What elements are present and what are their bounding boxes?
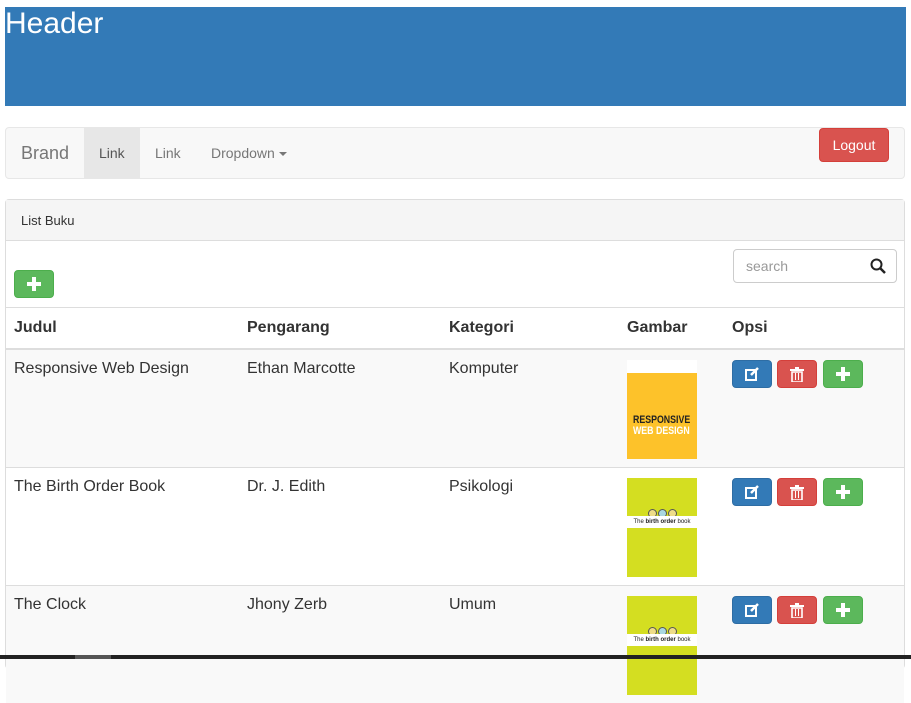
cell-opsi: [724, 466, 904, 585]
navbar: Brand Link Link Dropdown Logout: [5, 127, 905, 179]
book-cover-image: The birth order book: [627, 595, 697, 695]
cell-pengarang: Jhony Zerb: [239, 584, 441, 703]
add-button[interactable]: [822, 595, 863, 624]
col-opsi: Opsi: [724, 307, 904, 350]
cell-opsi: [724, 348, 904, 467]
edit-button[interactable]: [732, 595, 772, 624]
nav-dropdown[interactable]: Dropdown: [196, 128, 302, 178]
edit-button[interactable]: [732, 359, 772, 388]
cell-pengarang: Dr. J. Edith: [239, 466, 441, 585]
cell-kategori: Komputer: [441, 348, 619, 467]
cell-judul: Responsive Web Design: [6, 348, 239, 467]
col-judul: Judul: [6, 307, 239, 350]
table-row: The Clock Jhony Zerb Umum The birth orde…: [6, 584, 904, 703]
add-book-button[interactable]: [14, 270, 54, 298]
dropdown-label: Dropdown: [211, 145, 275, 161]
cell-gambar: The birth order book: [619, 584, 724, 703]
add-button[interactable]: [822, 359, 863, 388]
edit-icon: [745, 366, 759, 381]
book-cover-image: The birth order book: [627, 477, 697, 577]
plus-icon: [835, 602, 850, 617]
cell-kategori: Umum: [441, 584, 619, 703]
book-table: Judul Pengarang Kategori Gambar Opsi Res…: [6, 307, 904, 703]
plus-icon: [835, 484, 850, 499]
brand[interactable]: Brand: [21, 128, 69, 178]
edit-icon: [745, 484, 759, 499]
book-cover-image: RESPONSIVE WEB DESIGN: [627, 359, 697, 459]
delete-button[interactable]: [777, 595, 818, 624]
table-row: The Birth Order Book Dr. J. Edith Psikol…: [6, 466, 904, 585]
caret-down-icon: [278, 152, 287, 157]
table-row: Responsive Web Design Ethan Marcotte Kom…: [6, 348, 904, 467]
add-button[interactable]: [822, 477, 863, 506]
page-header: Header: [5, 7, 906, 106]
cell-pengarang: Ethan Marcotte: [239, 348, 441, 467]
edit-button[interactable]: [732, 477, 772, 506]
cell-kategori: Psikologi: [441, 466, 619, 585]
cell-opsi: [724, 584, 904, 703]
col-kategori: Kategori: [441, 307, 619, 350]
book-list-panel: List Buku Judul Pengarang Kategori Gamba…: [5, 199, 905, 703]
search-icon[interactable]: [870, 258, 886, 274]
nav-link-1[interactable]: Link: [84, 128, 140, 178]
taskbar: [0, 655, 911, 659]
cell-gambar: RESPONSIVE WEB DESIGN: [619, 348, 724, 467]
trash-icon: [790, 484, 805, 500]
plus-icon: [835, 366, 850, 381]
cell-judul: The Clock: [6, 584, 239, 703]
panel-title: List Buku: [6, 200, 904, 241]
col-gambar: Gambar: [619, 307, 724, 350]
taskbar-item[interactable]: [75, 655, 111, 659]
cell-gambar: The birth order book: [619, 466, 724, 585]
delete-button[interactable]: [777, 477, 818, 506]
plus-icon: [27, 277, 41, 291]
cell-judul: The Birth Order Book: [6, 466, 239, 585]
trash-icon: [790, 602, 805, 618]
nav-link-2[interactable]: Link: [140, 128, 196, 178]
logout-button[interactable]: Logout: [819, 128, 889, 162]
edit-icon: [745, 602, 759, 617]
delete-button[interactable]: [777, 359, 818, 388]
col-pengarang: Pengarang: [239, 307, 441, 350]
trash-icon: [790, 366, 805, 382]
